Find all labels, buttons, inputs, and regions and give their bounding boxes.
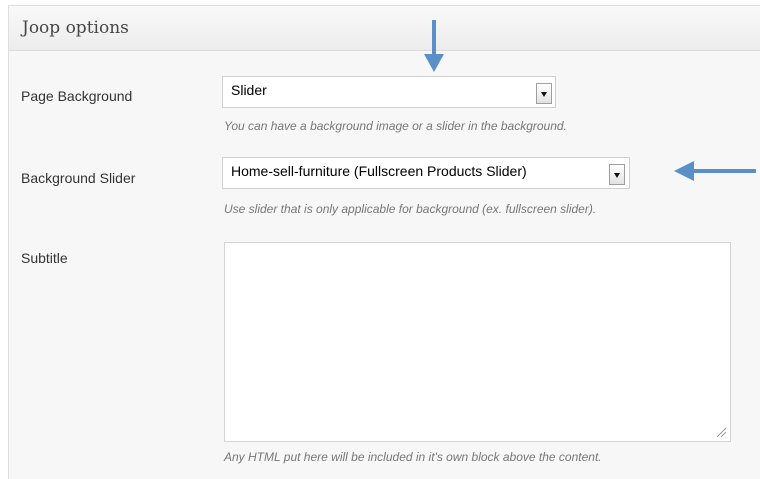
subtitle-help: Any HTML put here will be included in it… xyxy=(224,450,602,464)
left-arrow-icon xyxy=(674,161,756,181)
page-background-help: You can have a background image or a sli… xyxy=(224,119,567,133)
background-slider-help: Use slider that is only applicable for b… xyxy=(224,202,597,216)
resize-grip-icon[interactable] xyxy=(716,427,727,438)
chevron-down-icon[interactable] xyxy=(609,164,625,185)
background-slider-label: Background Slider xyxy=(21,170,136,186)
background-slider-value: Home-sell-furniture (Fullscreen Products… xyxy=(231,163,527,179)
background-slider-select[interactable]: Home-sell-furniture (Fullscreen Products… xyxy=(222,157,630,189)
chevron-down-icon[interactable] xyxy=(536,83,552,104)
subtitle-label: Subtitle xyxy=(21,250,68,266)
page-background-label: Page Background xyxy=(21,88,133,104)
joop-options-panel: Joop options Page Background Slider You … xyxy=(8,5,760,479)
panel-title: Joop options xyxy=(22,18,129,38)
down-arrow-icon xyxy=(424,20,444,72)
page-background-select[interactable]: Slider xyxy=(222,76,556,108)
subtitle-textarea[interactable] xyxy=(224,242,731,442)
panel-header[interactable]: Joop options xyxy=(9,6,760,51)
page-background-value: Slider xyxy=(231,82,267,98)
